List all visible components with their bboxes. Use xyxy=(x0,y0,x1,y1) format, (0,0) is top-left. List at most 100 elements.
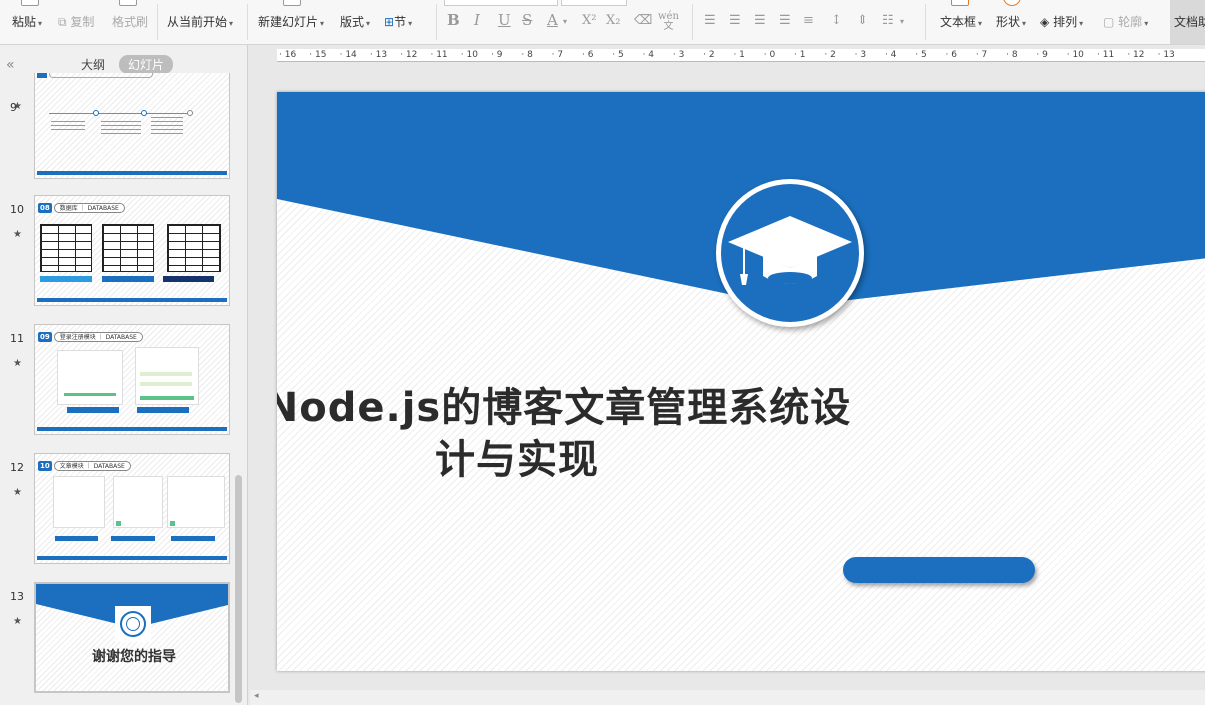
thumbnail-tag: 09 登录注册模块 ｜ DATABASE xyxy=(38,332,143,342)
copy-icon: ⧉ xyxy=(58,15,67,29)
ruler-label: · 2 xyxy=(703,50,715,60)
paragraph-spacing-icon[interactable]: ⇕ xyxy=(857,13,868,28)
outline-button[interactable]: ▢ 轮廓 ▾ xyxy=(1103,13,1148,30)
tab-outline[interactable]: 大纲 xyxy=(81,56,105,73)
align-center-icon[interactable]: ☰ xyxy=(729,13,741,28)
thumbnail-green-button xyxy=(140,396,194,400)
font-color-caret-icon[interactable]: ▾ xyxy=(563,17,567,26)
scroll-left-icon[interactable]: ◂ xyxy=(254,691,259,701)
ruler-label: · 10 xyxy=(460,50,478,60)
font-name-select[interactable] xyxy=(444,0,558,6)
bullet-list-icon[interactable]: ☷ xyxy=(882,13,894,28)
bold-icon[interactable]: B xyxy=(447,11,460,29)
textbox-button[interactable]: 文本框 ▾ xyxy=(940,13,982,30)
timeline-node xyxy=(187,110,193,116)
thumbnail-footer-bar xyxy=(37,427,227,431)
font-size-select[interactable] xyxy=(561,0,627,6)
tab-slides[interactable]: 幻灯片 xyxy=(119,55,174,74)
separator xyxy=(157,4,158,40)
ruler-label: · 5 xyxy=(612,50,624,60)
textbox-label: 文本框 xyxy=(940,15,977,29)
distribute-icon[interactable]: ≡ xyxy=(803,13,814,28)
slide-thumbnail-13[interactable]: 谢谢您的指导 xyxy=(34,582,230,693)
ruler-label: · 8 xyxy=(1006,50,1018,60)
thumbnail-screenshot xyxy=(57,350,123,405)
horizontal-scrollbar[interactable]: ◂ xyxy=(250,690,1205,705)
ruler-label: · 12 xyxy=(1127,50,1145,60)
separator xyxy=(436,4,437,40)
thumbnail-tag-label: 文章模块 ｜ DATABASE xyxy=(53,461,131,471)
timeline-node xyxy=(141,110,147,116)
ruler-label: · 14 xyxy=(339,50,357,60)
strikethrough-icon[interactable]: S xyxy=(522,11,532,29)
layout-button[interactable]: 版式 ▾ xyxy=(340,13,370,30)
thumbnail-caption-bar xyxy=(102,276,154,282)
slide-title[interactable]: 基于Node.js的博客文章管理系统设计与实现 xyxy=(277,382,1037,486)
slide-canvas[interactable]: 基于Node.js的博客文章管理系统设计与实现 xyxy=(277,92,1205,671)
line-spacing-icon[interactable]: ↕ xyxy=(831,13,842,28)
doc-tools-button[interactable]: 文档助 xyxy=(1170,0,1205,44)
ruler-label: · 0 xyxy=(763,50,776,60)
separator xyxy=(925,4,926,40)
new-slide-icon xyxy=(283,0,301,6)
ruler-label: · 10 xyxy=(1066,50,1084,60)
collapse-panel-icon[interactable]: « xyxy=(6,57,15,73)
bullet-list-caret-icon[interactable]: ▾ xyxy=(900,17,904,26)
thumbnail-green-button xyxy=(170,521,175,526)
font-color-icon[interactable]: A xyxy=(547,11,558,29)
arrange-button[interactable]: ◈ 排列 ▾ xyxy=(1040,13,1083,30)
format-painter-button[interactable]: 格式刷 xyxy=(112,13,148,30)
section-button[interactable]: ⊞节 ▾ xyxy=(384,13,412,30)
slide-decorative-pill[interactable] xyxy=(843,557,1035,583)
from-current-label: 从当前开始 xyxy=(167,15,228,29)
slide-thumbnail-10[interactable]: 08 数据库 ｜ DATABASE xyxy=(34,195,230,306)
thumbnail-header xyxy=(35,73,229,85)
slide-title-text: 基于Node.js的博客文章管理系统设计与实现 xyxy=(277,385,852,483)
align-right-icon[interactable]: ☰ xyxy=(754,13,766,28)
thumbnail-input xyxy=(140,382,192,386)
slide-thumbnail-12[interactable]: 10 文章模块 ｜ DATABASE xyxy=(34,453,230,564)
underline-icon[interactable]: U xyxy=(498,11,511,29)
animation-star-icon: ★ xyxy=(13,487,22,498)
italic-icon[interactable]: I xyxy=(474,11,480,29)
align-left-icon[interactable]: ☰ xyxy=(704,13,716,28)
thumbnail-text-lines xyxy=(151,117,183,137)
doc-tools-label: 文档助 xyxy=(1174,15,1205,29)
timeline-line xyxy=(49,113,189,114)
animation-star-icon: ★ xyxy=(13,101,22,112)
ruler-label: · 4 xyxy=(884,50,897,60)
animation-star-icon: ★ xyxy=(13,616,22,627)
panel-scrollbar[interactable] xyxy=(235,475,242,703)
ruler-label: · 4 xyxy=(642,50,655,60)
animation-star-icon: ★ xyxy=(13,358,22,369)
slide-thumbnail-9[interactable] xyxy=(34,73,230,179)
format-painter-icon xyxy=(119,0,137,6)
section-label: 节 xyxy=(394,15,407,29)
shape-icon xyxy=(1003,0,1021,6)
superscript-icon[interactable]: X² xyxy=(582,13,596,28)
phonetic-guide-icon[interactable]: wén 文 xyxy=(658,12,679,32)
paste-button[interactable]: 粘贴 ▾ xyxy=(12,13,42,30)
separator xyxy=(247,4,248,40)
copy-button[interactable]: ⧉ 复制 xyxy=(58,13,94,30)
shape-button[interactable]: 形状 ▾ xyxy=(996,13,1026,30)
thumbnail-caption-bar xyxy=(111,536,155,541)
slides-panel: « 大纲 幻灯片 9 ★ 10 ★ 08 数据库 ｜ DATABASE 11 ★ … xyxy=(0,45,248,705)
ruler-label: · 5 xyxy=(915,50,927,60)
separator xyxy=(692,4,693,40)
clear-format-icon[interactable]: ⌫ xyxy=(634,13,652,28)
ruler-label: · 7 xyxy=(975,50,988,60)
justify-icon[interactable]: ☰ xyxy=(779,13,791,28)
ruler-label: · 3 xyxy=(672,50,685,60)
thumbnail-table xyxy=(40,224,92,272)
slide-thumbnail-11[interactable]: 09 登录注册模块 ｜ DATABASE xyxy=(34,324,230,435)
new-slide-label: 新建幻灯片 xyxy=(258,15,319,29)
thumbnail-caption-bar xyxy=(67,407,119,413)
thumbnail-emblem xyxy=(115,606,151,642)
paste-icon xyxy=(21,0,39,6)
thumbnail-tag-label: 登录注册模块 ｜ DATABASE xyxy=(53,332,143,342)
new-slide-button[interactable]: 新建幻灯片 ▾ xyxy=(258,13,324,30)
ruler-label: · 8 xyxy=(521,50,533,60)
from-current-button[interactable]: 从当前开始 ▾ xyxy=(167,13,233,30)
subscript-icon[interactable]: X₂ xyxy=(606,13,620,28)
